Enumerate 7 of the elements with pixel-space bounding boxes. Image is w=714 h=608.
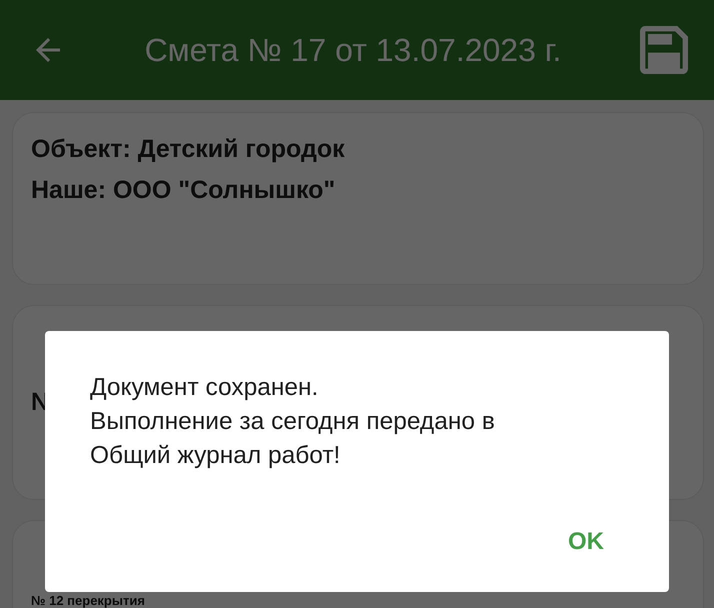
ok-button[interactable]: OK	[548, 520, 649, 564]
dialog-message: Документ сохранен. Выполнение за сегодня передано в Общий журнал работ!	[90, 373, 496, 471]
card-text: Наше: ООО "Солнышко"	[31, 176, 336, 204]
card-text: № 12 перекрытия	[31, 594, 146, 608]
card-text: Объект: Детский городок	[31, 135, 346, 164]
save-icon[interactable]	[640, 26, 688, 74]
screen-title: Смета № 17 от 13.07.2023 г.	[144, 32, 562, 68]
